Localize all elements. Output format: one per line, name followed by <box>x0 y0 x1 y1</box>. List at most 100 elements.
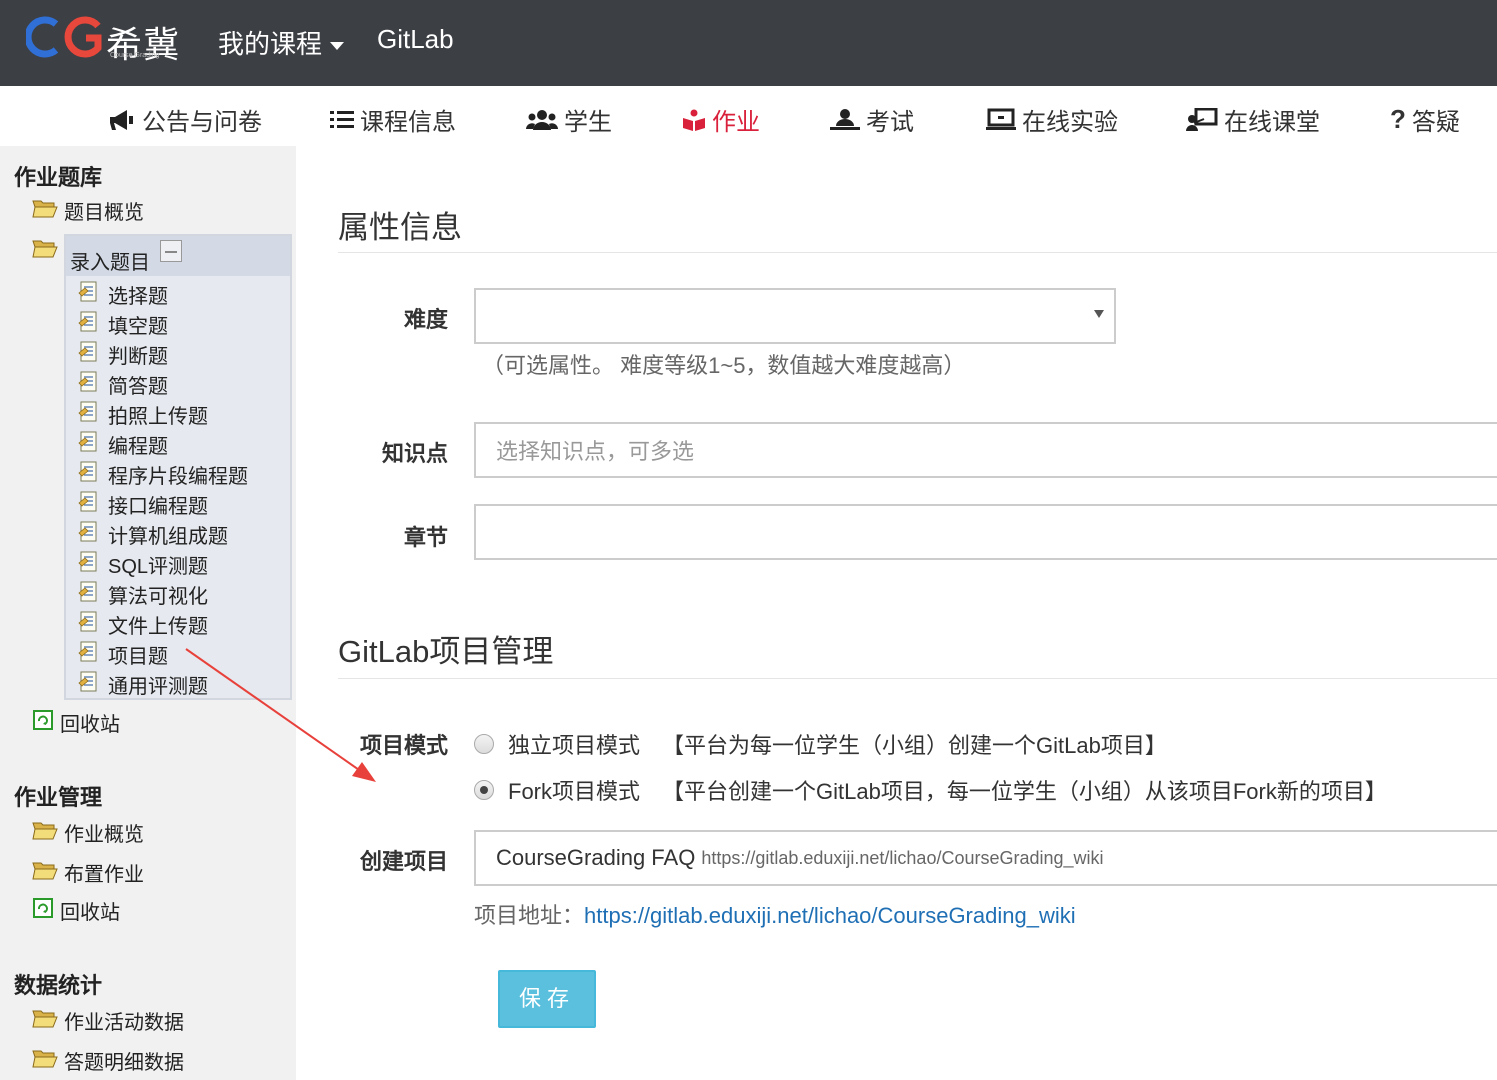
document-icon <box>78 311 100 339</box>
radio-button[interactable] <box>474 734 494 754</box>
main-content: 属性信息 难度 （可选属性。 难度等级1~5，数值越大难度越高） 知识点 选择知… <box>296 146 1497 1080</box>
radio-button[interactable] <box>474 780 494 800</box>
question-type-label: 判断题 <box>108 346 168 368</box>
question-type-label: 计算机组成题 <box>108 526 228 548</box>
document-icon <box>78 581 100 609</box>
recycle-bin-icon <box>32 709 54 737</box>
question-entry-group: 录入题目 选择题填空题判断题 简答题 拍照上传题 编程题程序片段编程题 接口编程题计算机… <box>64 234 292 700</box>
knowledge-input[interactable]: 选择知识点，可多选 <box>474 422 1497 478</box>
gitlab-link[interactable]: GitLab <box>377 24 454 55</box>
list-icon <box>330 109 354 131</box>
sidebar-item-label: 回收站 <box>60 714 120 736</box>
my-courses-label: 我的课程 <box>218 29 323 59</box>
tab-announcements[interactable]: 公告与问卷 <box>108 102 262 137</box>
folder-open-icon <box>32 198 58 224</box>
folder-open-icon <box>32 1008 58 1034</box>
document-icon <box>78 611 100 639</box>
document-icon <box>78 521 100 549</box>
tab-online-class[interactable]: 在线课堂 <box>1186 102 1320 137</box>
project-address-label: 项目地址： <box>474 903 585 928</box>
project-select[interactable]: CourseGrading FAQ https://gitlab.eduxiji… <box>474 830 1497 886</box>
logo[interactable]: 希冀 Course Grading <box>26 14 186 66</box>
question-type-item[interactable]: 判断题 <box>78 340 168 369</box>
sidebar-item-label: 题目概览 <box>64 202 144 224</box>
question-type-item[interactable]: 拍照上传题 <box>78 400 208 429</box>
question-type-item[interactable]: 填空题 <box>78 310 168 339</box>
mode-option-desc: 【平台创建一个GitLab项目，每一位学生（小组）从该项目Fork新的项目】 <box>662 779 1387 804</box>
question-type-label: 文件上传题 <box>108 616 208 638</box>
tab-label: 在线实验 <box>1022 109 1118 136</box>
question-type-item[interactable]: 接口编程题 <box>78 490 208 519</box>
project-url: https://gitlab.eduxiji.net/lichao/Course… <box>701 847 1104 868</box>
document-icon <box>78 491 100 519</box>
difficulty-select[interactable] <box>474 288 1116 344</box>
logo-text: 希冀 <box>106 25 181 66</box>
save-button[interactable]: 保存 <box>498 970 596 1028</box>
tab-label: 考试 <box>866 109 914 136</box>
question-type-item[interactable]: 编程题 <box>78 430 168 459</box>
document-icon <box>78 641 100 669</box>
question-type-item[interactable]: 程序片段编程题 <box>78 460 248 489</box>
sidebar-item-label: 布置作业 <box>64 864 144 886</box>
sidebar-item-manage-recycle[interactable]: 回收站 <box>32 896 120 925</box>
tab-label: 在线课堂 <box>1224 109 1320 136</box>
question-type-item[interactable]: 通用评测题 <box>78 670 208 699</box>
caret-down-icon <box>330 42 345 51</box>
sidebar-item-bank-recycle[interactable]: 回收站 <box>32 708 120 737</box>
question-icon: ? <box>1390 104 1406 134</box>
question-type-label: 程序片段编程题 <box>108 466 248 488</box>
chapter-input[interactable] <box>474 504 1497 560</box>
mode-option-label: Fork项目模式 <box>508 779 641 804</box>
collapse-icon[interactable] <box>160 240 182 262</box>
sidebar-section-title: 作业题库 <box>14 165 103 190</box>
knowledge-placeholder: 选择知识点，可多选 <box>496 439 695 464</box>
top-bar: 希冀 Course Grading 我的课程 GitLab <box>0 0 1497 86</box>
project-name: CourseGrading FAQ <box>496 845 696 870</box>
question-entry-header[interactable]: 录入题目 <box>66 236 290 276</box>
book-icon <box>682 109 706 131</box>
project-address: 项目地址：https://gitlab.eduxiji.net/lichao/C… <box>474 898 1076 930</box>
sidebar-item-label: 作业活动数据 <box>64 1012 184 1034</box>
tab-qa[interactable]: ? 答疑 <box>1390 102 1460 137</box>
sidebar-item-homework-overview[interactable]: 作业概览 <box>32 818 144 847</box>
question-type-item[interactable]: 算法可视化 <box>78 580 208 609</box>
recycle-bin-icon <box>32 897 54 925</box>
tab-course-info[interactable]: 课程信息 <box>330 102 456 137</box>
mode-option-independent[interactable]: 独立项目模式 【平台为每一位学生（小组）创建一个GitLab项目】 <box>474 728 1167 760</box>
question-type-item[interactable]: 文件上传题 <box>78 610 208 639</box>
sidebar-item-answer-detail[interactable]: 答题明细数据 <box>32 1046 184 1075</box>
tab-homework[interactable]: 作业 <box>682 102 760 137</box>
section-title-gitlab: GitLab项目管理 <box>338 634 554 669</box>
my-courses-dropdown[interactable]: 我的课程 <box>218 24 345 61</box>
question-type-item[interactable]: 选择题 <box>78 280 168 309</box>
create-project-label: 创建项目 <box>359 849 448 874</box>
question-type-item[interactable]: 项目题 <box>78 640 168 669</box>
sidebar-item-label: 作业概览 <box>64 824 144 846</box>
project-address-link[interactable]: https://gitlab.eduxiji.net/lichao/Course… <box>584 903 1076 928</box>
sidebar-item-question-overview[interactable]: 题目概览 <box>32 196 144 225</box>
sidebar-item-activity-data[interactable]: 作业活动数据 <box>32 1006 184 1035</box>
question-type-label: 算法可视化 <box>108 586 208 608</box>
folder-open-icon <box>32 860 58 886</box>
folder-open-icon <box>32 820 58 846</box>
tab-exams[interactable]: 考试 <box>830 102 914 137</box>
question-type-item[interactable]: SQL评测题 <box>78 550 208 579</box>
mode-option-fork[interactable]: Fork项目模式 【平台创建一个GitLab项目，每一位学生（小组）从该项目Fo… <box>474 774 1387 806</box>
tab-label: 学生 <box>564 109 612 136</box>
question-type-item[interactable]: 计算机组成题 <box>78 520 228 549</box>
sidebar-item-assign-homework[interactable]: 布置作业 <box>32 858 144 887</box>
logo-subtitle: Course Grading <box>110 52 160 59</box>
question-type-label: 填空题 <box>108 316 168 338</box>
tab-students[interactable]: 学生 <box>526 102 612 137</box>
question-type-label: 项目题 <box>108 646 168 668</box>
document-icon <box>78 281 100 309</box>
sidebar-item-label: 回收站 <box>60 902 120 924</box>
tab-label: 课程信息 <box>360 109 456 136</box>
tab-label: 作业 <box>712 109 760 136</box>
document-icon <box>78 341 100 369</box>
tab-online-lab[interactable]: 在线实验 <box>986 102 1118 137</box>
folder-open-icon <box>32 1048 58 1074</box>
tab-label: 答疑 <box>1411 109 1460 136</box>
document-icon <box>78 671 100 699</box>
question-type-item[interactable]: 简答题 <box>78 370 168 399</box>
